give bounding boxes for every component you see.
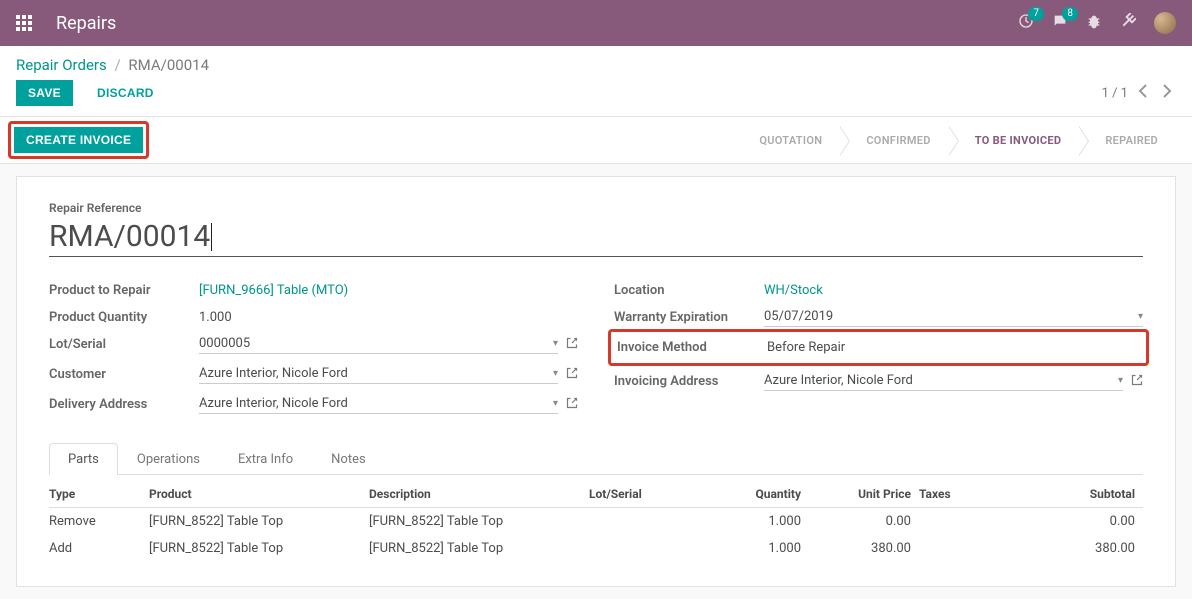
- location-value[interactable]: WH/Stock: [764, 283, 1143, 298]
- col-lot: Lot/Serial: [589, 479, 709, 508]
- location-label: Location: [614, 283, 764, 298]
- activities-badge: 7: [1028, 7, 1044, 21]
- pager-count: 1 / 1: [1102, 86, 1128, 101]
- product-quantity-value[interactable]: 1.000: [199, 310, 578, 325]
- external-link-icon[interactable]: [566, 337, 578, 353]
- notebook-tabs: Parts Operations Extra Info Notes: [49, 442, 1143, 475]
- avatar[interactable]: [1154, 12, 1176, 34]
- invoice-method-label: Invoice Method: [617, 340, 767, 355]
- breadcrumb-current: RMA/00014: [128, 56, 209, 74]
- repair-reference-label: Repair Reference: [49, 201, 1143, 215]
- create-invoice-button[interactable]: CREATE INVOICE: [14, 127, 143, 153]
- lot-serial-input[interactable]: 0000005▾: [199, 336, 558, 354]
- form-sheet: Repair Reference RMA/00014 Product to Re…: [16, 176, 1176, 587]
- product-quantity-label: Product Quantity: [49, 310, 199, 325]
- invoicing-address-label: Invoicing Address: [614, 374, 764, 389]
- cell-taxes: [919, 508, 999, 536]
- table-header-row: Type Product Description Lot/Serial Quan…: [49, 479, 1143, 508]
- status-repaired[interactable]: REPAIRED: [1079, 126, 1176, 155]
- save-button[interactable]: SAVE: [16, 80, 73, 106]
- messages-badge: 8: [1062, 7, 1078, 21]
- messages-icon[interactable]: 8: [1052, 13, 1068, 33]
- cell-taxes: [919, 535, 999, 562]
- parts-table: Type Product Description Lot/Serial Quan…: [49, 479, 1143, 562]
- cell-unit-price: 380.00: [809, 535, 919, 562]
- statusbar: QUOTATION CONFIRMED TO BE INVOICED REPAI…: [741, 126, 1176, 155]
- app-title: Repairs: [56, 13, 116, 34]
- create-invoice-highlight: CREATE INVOICE: [8, 121, 149, 159]
- repair-reference-input[interactable]: RMA/00014: [49, 217, 1143, 257]
- tab-operations[interactable]: Operations: [118, 443, 219, 475]
- external-link-icon[interactable]: [566, 367, 578, 383]
- delivery-address-input[interactable]: Azure Interior, Nicole Ford▾: [199, 396, 558, 414]
- cell-type: Add: [49, 535, 149, 562]
- product-to-repair-label: Product to Repair: [49, 283, 199, 298]
- statusbar-row: CREATE INVOICE QUOTATION CONFIRMED TO BE…: [0, 117, 1192, 164]
- cell-subtotal: 380.00: [999, 535, 1143, 562]
- col-unit-price: Unit Price: [809, 479, 919, 508]
- warranty-expiration-label: Warranty Expiration: [614, 310, 764, 325]
- col-type: Type: [49, 479, 149, 508]
- external-link-icon[interactable]: [566, 397, 578, 413]
- discard-button[interactable]: DISCARD: [85, 80, 166, 106]
- tab-extra-info[interactable]: Extra Info: [219, 443, 312, 475]
- col-description: Description: [369, 479, 589, 508]
- cell-quantity: 1.000: [709, 535, 809, 562]
- breadcrumb: Repair Orders / RMA/00014: [16, 56, 209, 74]
- chevron-down-icon: ▾: [547, 368, 558, 379]
- apps-icon[interactable]: [16, 15, 32, 31]
- breadcrumb-root[interactable]: Repair Orders: [16, 56, 107, 74]
- col-subtotal: Subtotal: [999, 479, 1143, 508]
- text-cursor: [211, 223, 212, 251]
- col-taxes: Taxes: [919, 479, 999, 508]
- cell-quantity: 1.000: [709, 508, 809, 536]
- cell-type: Remove: [49, 508, 149, 536]
- cell-lot: [589, 535, 709, 562]
- invoice-method-highlight: Invoice Method Before Repair: [608, 329, 1149, 366]
- cell-description: [FURN_8522] Table Top: [369, 535, 589, 562]
- table-row[interactable]: Remove[FURN_8522] Table Top[FURN_8522] T…: [49, 508, 1143, 536]
- tab-notes[interactable]: Notes: [312, 443, 385, 475]
- col-product: Product: [149, 479, 369, 508]
- cell-description: [FURN_8522] Table Top: [369, 508, 589, 536]
- chevron-down-icon: ▾: [547, 398, 558, 409]
- chevron-down-icon: ▾: [1112, 375, 1123, 386]
- product-to-repair-value[interactable]: [FURN_9666] Table (MTO): [199, 283, 578, 298]
- lot-serial-label: Lot/Serial: [49, 337, 199, 352]
- status-quotation[interactable]: QUOTATION: [741, 126, 840, 155]
- invoicing-address-input[interactable]: Azure Interior, Nicole Ford▾: [764, 373, 1123, 391]
- customer-input[interactable]: Azure Interior, Nicole Ford▾: [199, 366, 558, 384]
- col-quantity: Quantity: [709, 479, 809, 508]
- external-link-icon[interactable]: [1131, 374, 1143, 390]
- table-row[interactable]: Add[FURN_8522] Table Top[FURN_8522] Tabl…: [49, 535, 1143, 562]
- warranty-expiration-input[interactable]: 05/07/2019▾: [764, 309, 1143, 327]
- chevron-down-icon: ▾: [1132, 311, 1143, 322]
- pager-prev-icon[interactable]: [1134, 80, 1152, 106]
- tools-icon[interactable]: [1120, 13, 1136, 33]
- control-panel: Repair Orders / RMA/00014 SAVE DISCARD 1…: [0, 46, 1192, 117]
- debug-icon[interactable]: [1086, 13, 1102, 33]
- cell-product: [FURN_8522] Table Top: [149, 535, 369, 562]
- status-to-be-invoiced[interactable]: TO BE INVOICED: [949, 126, 1080, 155]
- pager-next-icon[interactable]: [1158, 80, 1176, 106]
- cell-lot: [589, 508, 709, 536]
- cell-unit-price: 0.00: [809, 508, 919, 536]
- delivery-address-label: Delivery Address: [49, 397, 199, 412]
- customer-label: Customer: [49, 367, 199, 382]
- cell-subtotal: 0.00: [999, 508, 1143, 536]
- main-navbar: Repairs 7 8: [0, 0, 1192, 46]
- activities-icon[interactable]: 7: [1018, 13, 1034, 33]
- chevron-down-icon: ▾: [547, 338, 558, 349]
- invoice-method-value[interactable]: Before Repair: [767, 340, 1140, 355]
- tab-parts[interactable]: Parts: [49, 443, 118, 475]
- status-confirmed[interactable]: CONFIRMED: [840, 126, 948, 155]
- cell-product: [FURN_8522] Table Top: [149, 508, 369, 536]
